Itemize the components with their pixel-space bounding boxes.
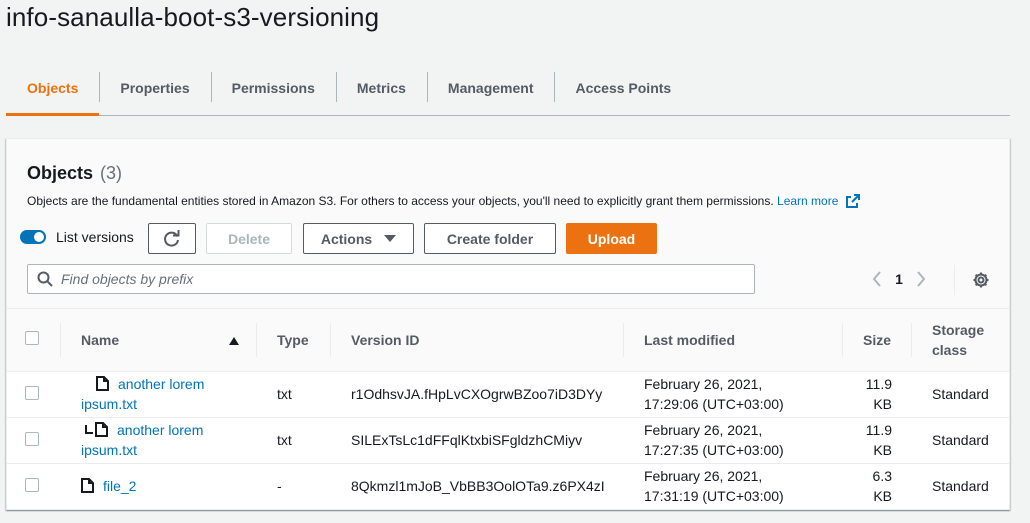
actions-label: Actions <box>320 230 373 247</box>
object-size: 11.9 KB <box>843 371 912 418</box>
column-header-storage-class[interactable]: Storage class <box>912 309 1009 372</box>
list-versions-label: List versions <box>56 229 134 245</box>
list-versions-toggle-group: List versions <box>20 229 134 245</box>
previous-page-button[interactable] <box>865 267 889 291</box>
object-version-id: SILExTsLc1dFFqlKtxbiSFgldzhCMiyv <box>331 417 624 464</box>
caret-down-icon <box>384 235 397 242</box>
column-header-name[interactable]: Name <box>61 309 257 372</box>
delete-button[interactable]: Delete <box>206 223 292 254</box>
object-name: another lorem ipsum.txt <box>61 371 257 418</box>
column-header-version-id[interactable]: Version ID <box>331 309 624 372</box>
object-count: (3) <box>100 163 123 183</box>
search-box <box>27 264 755 294</box>
table-row[interactable]: another lorem ipsum.txt txt SILExTsLc1dFF… <box>7 417 1009 464</box>
description-text: Objects are the fundamental entities sto… <box>27 194 774 208</box>
object-link-continued[interactable]: ipsum.txt <box>81 396 137 412</box>
object-link[interactable]: another lorem <box>118 376 204 392</box>
actions-button[interactable]: Actions <box>303 223 414 254</box>
object-version-id: 8Qkmzl1mJoB_VbBB3OolOTa9.z6PX4zI <box>351 478 605 495</box>
object-last-modified: February 26, 2021, 17:29:06 (UTC+03:00) <box>624 371 843 418</box>
chevron-right-icon <box>917 271 926 287</box>
panel-title: Objects (3) <box>27 163 122 184</box>
object-storage-class: Standard <box>912 417 1009 464</box>
file-icon <box>96 376 109 391</box>
next-page-button[interactable] <box>909 267 933 291</box>
tab-metrics[interactable]: Metrics <box>335 68 427 108</box>
object-name: file_2 <box>61 463 257 509</box>
file-icon <box>95 422 108 437</box>
object-type: txt <box>257 371 331 418</box>
preferences-button[interactable] <box>969 268 993 292</box>
chevron-left-icon <box>872 271 881 287</box>
object-version-id: r1OdhsvJA.fHpLvCXOgrwBZoo7iD3DYy <box>331 371 624 418</box>
search-input[interactable] <box>61 271 754 287</box>
row-checkbox[interactable] <box>25 431 39 446</box>
select-all-checkbox[interactable] <box>25 331 39 346</box>
object-link-continued[interactable]: ipsum.txt <box>81 442 137 458</box>
version-branch-icon <box>85 425 93 434</box>
upload-button[interactable]: Upload <box>566 223 657 254</box>
object-size: 11.9 KB <box>843 417 912 464</box>
object-size: 6.3 KB <box>872 468 892 505</box>
object-last-modified: February 26, 2021, 17:31:19 (UTC+03:00) <box>644 468 784 505</box>
create-folder-button[interactable]: Create folder <box>424 223 556 254</box>
refresh-button[interactable] <box>148 223 196 254</box>
pager-divider <box>954 265 955 295</box>
object-type: - <box>277 478 282 495</box>
tab-objects[interactable]: Objects <box>6 68 100 116</box>
page-title: info-sanaulla-boot-s3-versioning <box>6 2 380 32</box>
refresh-icon <box>164 229 180 247</box>
tab-access-points[interactable]: Access Points <box>554 68 692 108</box>
column-version-id-label: Version ID <box>351 331 420 348</box>
list-versions-toggle[interactable] <box>20 230 46 244</box>
panel-title-text: Objects <box>27 163 94 183</box>
column-name-label: Name <box>81 331 120 348</box>
object-storage-class: Standard <box>932 478 989 495</box>
object-type: txt <box>257 417 331 464</box>
column-size-label: Size <box>863 331 892 348</box>
column-header-size[interactable]: Size <box>843 309 912 372</box>
tab-bar: Objects Properties Permissions Metrics M… <box>6 68 1010 116</box>
sort-ascending-icon <box>229 337 239 345</box>
gear-icon <box>973 272 989 288</box>
column-type-label: Type <box>277 331 309 348</box>
column-storage-class-label: Storage class <box>932 321 985 358</box>
column-last-modified-label: Last modified <box>644 331 736 348</box>
column-header-type[interactable]: Type <box>257 309 331 372</box>
object-last-modified: February 26, 2021, 17:27:35 (UTC+03:00) <box>624 417 843 464</box>
objects-table: Name Type Version ID Last modified Size … <box>7 309 1009 509</box>
object-link[interactable]: file_2 <box>103 478 136 494</box>
tab-management[interactable]: Management <box>426 68 555 108</box>
current-page[interactable]: 1 <box>889 271 909 287</box>
learn-more-link[interactable]: Learn more <box>777 194 838 208</box>
row-checkbox[interactable] <box>25 477 39 492</box>
objects-panel: Objects (3) Objects are the fundamental … <box>6 138 1010 510</box>
pagination: 1 <box>865 267 933 291</box>
table-row[interactable]: file_2 - 8Qkmzl1mJoB_VbBB3OolOTa9.z6PX4z… <box>7 463 1009 509</box>
row-checkbox[interactable] <box>25 385 39 400</box>
table-row[interactable]: another lorem ipsum.txt txt r1OdhsvJA.fHp… <box>7 371 1009 418</box>
object-storage-class: Standard <box>912 371 1009 418</box>
tab-properties[interactable]: Properties <box>99 68 210 108</box>
external-link-icon[interactable] <box>845 194 860 208</box>
object-name: another lorem ipsum.txt <box>61 417 257 464</box>
panel-description: Objects are the fundamental entities sto… <box>27 194 860 208</box>
search-icon <box>37 271 53 287</box>
objects-panel-header: Objects (3) Objects are the fundamental … <box>7 139 1009 309</box>
column-header-last-modified[interactable]: Last modified <box>624 309 843 372</box>
header-select-all <box>7 309 61 372</box>
tab-permissions[interactable]: Permissions <box>210 68 336 108</box>
file-icon <box>81 478 94 494</box>
object-link[interactable]: another lorem <box>117 422 203 438</box>
table-header-row: Name Type Version ID Last modified Size … <box>7 309 1009 372</box>
